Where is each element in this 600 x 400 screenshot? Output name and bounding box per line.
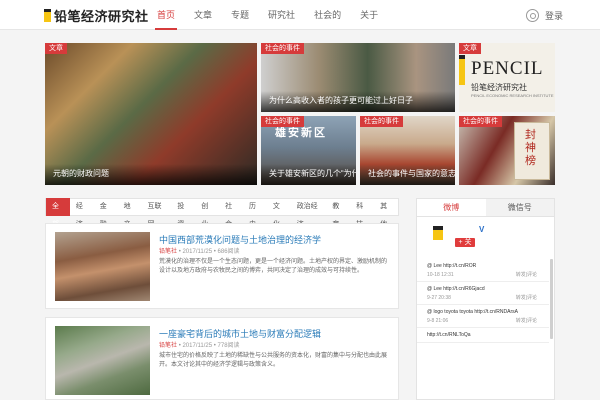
hero-tag: 文章 (45, 43, 67, 54)
article-card: 一座豪宅背后的城市土地与财富分配逻辑 铅笔社 • 2017/11/25 • 77… (45, 317, 399, 400)
article-date: 2017/11/25 (182, 343, 213, 349)
tab-other[interactable]: 其他 (374, 198, 398, 228)
tab-political-economy[interactable]: 政治经济 (291, 198, 327, 228)
tab-technology[interactable]: 科技 (350, 198, 374, 228)
site-logo[interactable]: 铅笔经济研究社 (44, 7, 149, 24)
post-text: http://t.cn/RNLToQa (427, 332, 471, 338)
article-title[interactable]: 中国西部荒漠化问题与土地治理的经济学 (159, 233, 321, 246)
hero-tile-main[interactable]: 文章 元朝的财政问题 (45, 43, 257, 185)
weibo-feed: @ Lee http://t.cn/ROR 10-18 12:31 转发|评论 … (417, 259, 549, 343)
feed-scrollbar[interactable] (550, 259, 553, 339)
article-meta: 铅笔社 • 2017/11/25 • 686阅读 (159, 246, 240, 255)
tab-history[interactable]: 历史 (243, 198, 267, 228)
tab-internet[interactable]: 互联网 (142, 198, 172, 228)
follow-button[interactable]: + 关注 (455, 238, 475, 255)
article-thumbnail[interactable] (55, 232, 150, 301)
book-title: 封神榜 (525, 129, 536, 167)
hero-caption: 为什么高收入者的孩子更可能过上好日子 (261, 91, 455, 112)
nav-item-institute[interactable]: 研究社 (261, 0, 302, 30)
post-actions[interactable]: 转发|评论 (516, 271, 537, 278)
pencil-logo-icon (44, 8, 51, 22)
nav-item-articles[interactable]: 文章 (187, 0, 219, 30)
article-summary: 城市住宅的价格反映了土地的稀缺性与公共服务的资本化，财富的集中与分配也由此展开。… (159, 353, 388, 368)
nav-item-society[interactable]: 社会的 (307, 0, 348, 30)
article-title[interactable]: 一座豪宅背后的城市土地与财富分配逻辑 (159, 327, 321, 340)
search-icon[interactable] (526, 9, 539, 22)
hero-tile-pencil[interactable]: 文章 PENCIL 铅笔经济研究社 PENCIL ECONOMIC RESEAR… (459, 43, 555, 112)
post-text: @ logo toyota toyota http://t.cn/RNDArsA (427, 309, 518, 315)
tab-education[interactable]: 教育 (326, 198, 350, 228)
main-nav: 首页 文章 专题 研究社 社会的 关于 (150, 0, 390, 30)
hero-tile-book[interactable]: 社会的事件 封神榜 (459, 116, 555, 185)
pencil-banner-title: PENCIL (471, 58, 544, 79)
post-actions[interactable]: 转发|评论 (516, 294, 537, 301)
article-meta: 铅笔社 • 2017/11/25 • 778阅读 (159, 340, 240, 349)
verified-icon: V (479, 225, 485, 234)
article-source[interactable]: 铅笔社 (159, 343, 177, 349)
post-actions[interactable]: 转发|评论 (516, 317, 537, 324)
hero-tile-crowd[interactable]: 社会的事件 为什么高收入者的孩子更可能过上好日子 (261, 43, 455, 112)
tab-weibo[interactable]: 微博 (417, 199, 486, 216)
post-text: @ Lee http://t.cn/R6Gjacd (427, 286, 485, 292)
tab-culture[interactable]: 文化 (267, 198, 291, 228)
hero-tag: 社会的事件 (261, 43, 304, 54)
pencil-banner: PENCIL 铅笔经济研究社 PENCIL ECONOMIC RESEARCH … (471, 59, 555, 105)
pencil-banner-tagline: PENCIL ECONOMIC RESEARCH INSTITUTE (471, 93, 554, 98)
tab-all[interactable]: 全部 (46, 198, 70, 228)
weibo-profile: V + 关注 (417, 218, 547, 256)
tab-investment[interactable]: 投资 (171, 198, 195, 228)
pencil-banner-subtitle: 铅笔经济研究社 (471, 83, 527, 92)
hero-caption: 元朝的财政问题 (45, 164, 257, 185)
hero-tag: 文章 (459, 43, 481, 54)
tab-economy[interactable]: 经济 (70, 198, 94, 228)
article-views: 686阅读 (217, 249, 240, 255)
tab-wechat[interactable]: 微信号 (485, 199, 554, 216)
weibo-post: http://t.cn/RNLToQa (417, 328, 549, 343)
article-thumbnail[interactable] (55, 326, 150, 395)
top-header: 铅笔经济研究社 首页 文章 专题 研究社 社会的 关于 登录 (0, 0, 600, 30)
nav-item-about[interactable]: 关于 (353, 0, 385, 30)
category-tabs: 全部 经济 金融 地产 互联网 投资 创业 社会 历史 文化 政治经济 教育 科… (45, 198, 399, 228)
social-sidebar: 微博 微信号 V + 关注 @ Lee http://t.cn/ROR 10-1… (416, 198, 555, 400)
tab-startup[interactable]: 创业 (195, 198, 219, 228)
hero-tile-event[interactable]: 社会的事件 社会的事件与国家的意志 (360, 116, 455, 185)
hero-tag: 社会的事件 (261, 116, 304, 127)
tab-realestate[interactable]: 地产 (118, 198, 142, 228)
site-logo-text: 铅笔经济研究社 (54, 8, 149, 24)
weibo-post: @ Lee http://t.cn/R6Gjacd 9-27 20:38 转发|… (417, 282, 549, 305)
post-text: @ Lee http://t.cn/ROR (427, 263, 477, 269)
article-views: 778阅读 (217, 343, 240, 349)
book-cover: 封神榜 (514, 122, 550, 180)
article-card: 中国西部荒漠化问题与土地治理的经济学 铅笔社 • 2017/11/25 • 68… (45, 223, 399, 309)
article-source[interactable]: 铅笔社 (159, 249, 177, 255)
pencil-avatar-icon[interactable] (433, 226, 443, 240)
hero-caption: 社会的事件与国家的意志 (360, 164, 455, 185)
sidebar-tabs: 微博 微信号 (417, 199, 554, 217)
hero-tag: 社会的事件 (459, 116, 502, 127)
nav-item-topics[interactable]: 专题 (224, 0, 256, 30)
hero-tag: 社会的事件 (360, 116, 403, 127)
tab-society[interactable]: 社会 (219, 198, 243, 228)
hero-tile-xiongan[interactable]: 社会的事件 雄安新区 关于雄安新区的几个“为什么” (261, 116, 356, 185)
weibo-post: @ Lee http://t.cn/ROR 10-18 12:31 转发|评论 (417, 259, 549, 282)
pencil-icon (459, 55, 465, 85)
nav-item-home[interactable]: 首页 (150, 0, 182, 30)
hero-caption: 关于雄安新区的几个“为什么” (261, 164, 356, 185)
article-summary: 荒漠化的治理不仅是一个生态问题，更是一个经济问题。土地产权的界定、激励机制的设计… (159, 259, 388, 274)
article-date: 2017/11/25 (182, 249, 213, 255)
login-link[interactable]: 登录 (545, 9, 563, 22)
tab-finance[interactable]: 金融 (94, 198, 118, 228)
weibo-post: @ logo toyota toyota http://t.cn/RNDArsA… (417, 305, 549, 328)
